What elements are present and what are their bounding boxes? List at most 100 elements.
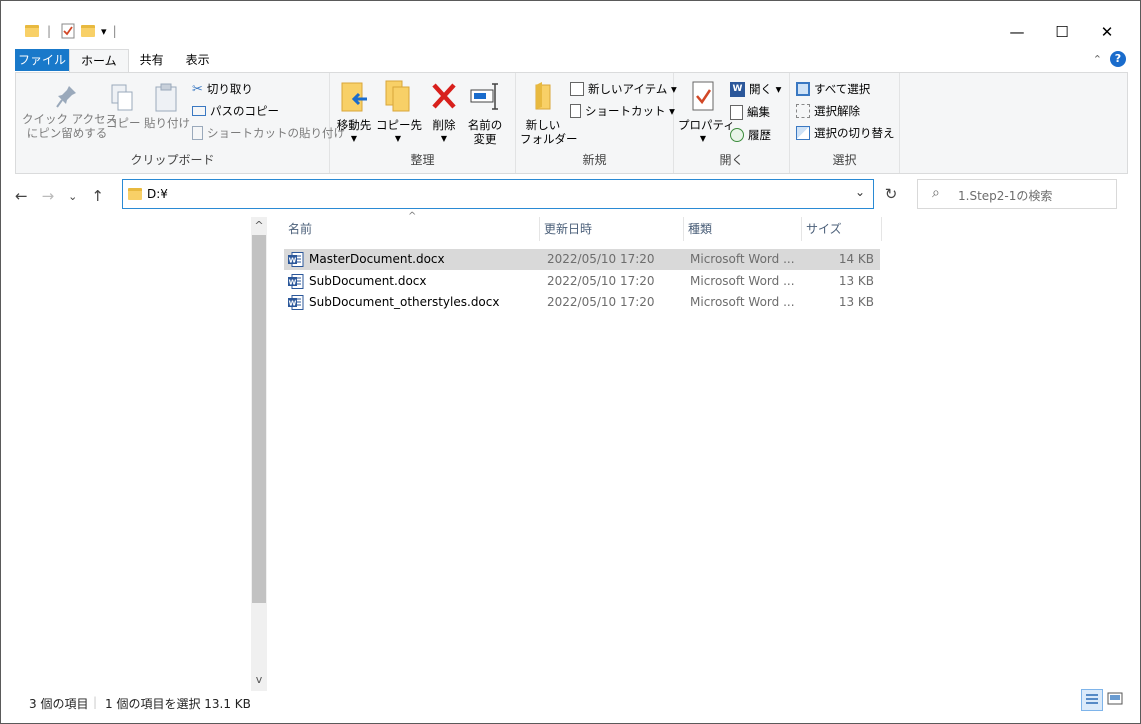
minimize-button[interactable]: — [994,18,1040,46]
address-history-chevron-icon[interactable]: ⌄ [855,185,865,199]
close-button[interactable]: ✕ [1084,18,1130,46]
status-bar: 3 個の項目 | 1 個の項目を選択 13.1 KB [1,691,1140,713]
tab-file[interactable]: ファイル [15,49,69,71]
cut-button[interactable]: ✂ 切り取り [192,81,253,97]
navigation-buttons: ← → ⌄ ↑ [15,185,104,207]
paste-shortcut-button[interactable]: ショートカットの貼り付け [192,125,345,141]
properties-check-icon[interactable] [61,23,75,39]
file-row[interactable]: W SubDocument_otherstyles.docx 2022/05/1… [284,292,880,313]
delete-label: 削除 [432,118,456,132]
copy-to-label: コピー先 [376,118,422,132]
invert-selection-icon [796,126,810,140]
file-row[interactable]: W SubDocument.docx 2022/05/10 17:20 Micr… [284,271,880,292]
scissors-icon: ✂ [192,81,203,97]
navigation-pane-scrollbar[interactable]: ^ v [251,217,267,691]
move-to-button[interactable]: 移動先 ▼ [334,79,374,146]
column-header-type[interactable]: 種類 [684,217,802,241]
clipboard-group: クイック アクセス にピン留めする コピー 貼り付け ✂ 切り取り パスのコピー… [16,73,345,173]
rename-label-line2: 変更 [473,132,497,146]
search-placeholder: 1.Step2-1の検索 [958,189,1053,203]
column-header-name[interactable]: 名前 [284,217,540,241]
dropdown-arrow-icon: ▼ [440,134,448,143]
select-all-icon [796,82,810,96]
customize-quick-access-dropdown[interactable]: ▾ [101,25,107,38]
large-icons-view-button[interactable] [1105,689,1127,711]
rename-icon [470,83,498,110]
shortcut-label: ショートカット ▾ [585,104,675,118]
item-count: 3 個の項目 [29,697,89,711]
column-headers: ^ 名前 更新日時 種類 サイズ [284,211,884,241]
help-icon[interactable]: ? [1110,51,1126,67]
new-folder-icon [535,82,551,110]
paste-label: 貼り付け [144,116,190,130]
pin-quick-access-button[interactable]: クイック アクセス にピン留めする [22,83,117,140]
dropdown-arrow-icon: ▼ [699,134,707,143]
minimize-ribbon-chevron-icon[interactable]: ⌃ [1093,53,1102,66]
tab-home[interactable]: ホーム [69,49,129,72]
select-group: すべて選択 選択解除 選択の切り替え 選択 [790,73,900,173]
new-folder-label-line2: フォルダー [520,132,578,146]
rename-button[interactable]: 名前の 変更 [464,79,506,146]
file-row[interactable]: W MasterDocument.docx 2022/05/10 17:20 M… [284,249,880,270]
easy-access-shortcut-button[interactable]: ショートカット ▾ [570,103,675,119]
word-document-icon: W [288,274,304,289]
copy-to-button[interactable]: コピー先 ▼ [376,79,422,146]
properties-button[interactable]: プロパティ ▼ [678,79,735,146]
new-folder-label-line1: 新しい [525,118,561,132]
folder-icon [128,188,142,200]
dropdown-arrow-icon: ▼ [350,134,358,143]
back-arrow-icon[interactable]: ← [15,187,28,205]
file-explorer-window: | ▾ | — ☐ ✕ ファイル ホーム 共有 表示 ⌃ ? クイック アクセス… [0,0,1141,724]
open-label: 開く ▾ [749,82,782,96]
scroll-up-icon[interactable]: ^ [251,219,267,235]
invert-selection-button[interactable]: 選択の切り替え [796,125,895,141]
organize-group-label: 整理 [410,153,435,167]
scroll-down-icon[interactable]: v [251,673,267,689]
search-box[interactable]: ⌕ 1.Step2-1の検索 [917,179,1117,209]
open-button[interactable]: W 開く ▾ [730,81,781,97]
search-icon: ⌕ [932,185,940,201]
new-item-label: 新しいアイテム ▾ [588,82,677,96]
file-name: MasterDocument.docx [309,252,445,266]
copy-path-label: パスのコピー [210,104,279,118]
paste-shortcut-icon [192,126,203,140]
tab-view[interactable]: 表示 [175,49,221,71]
copy-button[interactable]: コピー [106,83,141,130]
paste-button[interactable]: 貼り付け [144,83,190,130]
refresh-icon[interactable]: ↻ [877,179,905,209]
column-header-size[interactable]: サイズ [802,217,882,241]
history-button[interactable]: 履歴 [730,127,771,143]
file-date: 2022/05/10 17:20 [547,274,655,288]
word-document-icon: W [288,252,304,267]
file-date: 2022/05/10 17:20 [547,295,655,309]
scrollbar-thumb[interactable] [252,235,266,603]
file-type: Microsoft Word ... [690,295,795,309]
address-bar[interactable]: D:¥ ⌄ [122,179,874,209]
new-item-button[interactable]: 新しいアイテム ▾ [570,81,677,97]
shortcut-icon [570,104,581,118]
delete-button[interactable]: 削除 ▼ [428,79,460,146]
select-all-button[interactable]: すべて選択 [796,81,870,97]
select-none-button[interactable]: 選択解除 [796,103,860,119]
file-type: Microsoft Word ... [690,252,795,266]
quick-access-toolbar: | ▾ | [25,21,117,41]
properties-icon [692,81,714,111]
column-header-date[interactable]: 更新日時 [540,217,684,241]
copy-path-button[interactable]: パスのコピー [192,103,279,119]
edit-button[interactable]: 編集 [730,104,770,120]
recent-locations-chevron-icon[interactable]: ⌄ [68,190,77,203]
maximize-button[interactable]: ☐ [1039,18,1085,46]
properties-label: プロパティ [678,118,735,132]
new-folder-button[interactable]: 新しい フォルダー [520,79,578,146]
copy-icon [111,84,133,111]
details-view-button[interactable] [1081,689,1103,711]
forward-arrow-icon[interactable]: → [42,187,55,205]
tab-share[interactable]: 共有 [129,49,175,71]
new-folder-icon[interactable] [81,25,96,37]
clipboard-group-label: クリップボード [130,153,215,167]
up-arrow-icon[interactable]: ↑ [91,187,104,205]
title-bar: | ▾ | — ☐ ✕ [1,1,1140,45]
svg-text:W: W [289,279,297,287]
ribbon: クイック アクセス にピン留めする コピー 貼り付け ✂ 切り取り パスのコピー… [15,72,1128,174]
details-view-icon [1086,694,1098,704]
